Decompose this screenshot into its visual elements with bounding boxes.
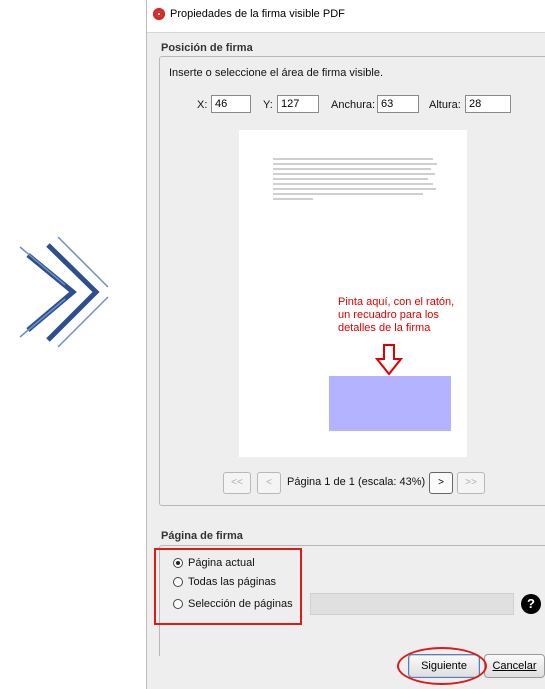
- double-chevron-graphic: [19, 236, 109, 348]
- x-field[interactable]: [211, 95, 251, 113]
- highlight-rectangle: [154, 548, 302, 625]
- signature-area[interactable]: [329, 376, 451, 431]
- help-icon[interactable]: ?: [521, 594, 541, 614]
- highlight-oval: [397, 647, 487, 685]
- page-range-field[interactable]: [310, 593, 514, 615]
- window-title: Propiedades de la firma visible PDF: [170, 8, 345, 20]
- last-page-button[interactable]: >>: [457, 472, 485, 494]
- width-field[interactable]: [377, 95, 419, 113]
- width-label: Anchura:: [331, 99, 376, 111]
- height-field[interactable]: [465, 95, 511, 113]
- y-label: Y:: [263, 99, 273, 111]
- position-section-label: Posición de firma: [161, 42, 253, 54]
- arrow-down-icon: [375, 344, 403, 376]
- prev-page-button[interactable]: <: [257, 472, 281, 494]
- first-page-button[interactable]: <<: [223, 472, 251, 494]
- cancel-button[interactable]: Cancelar: [484, 654, 545, 678]
- instruction-text: Inserte o seleccione el área de firma vi…: [169, 67, 383, 79]
- height-label: Altura:: [429, 99, 461, 111]
- draw-hint-annotation: Pinta aquí, con el ratón, un recuadro pa…: [338, 296, 455, 334]
- preview-text-block: [273, 158, 441, 203]
- y-field[interactable]: [277, 95, 319, 113]
- app-logo-icon: [153, 8, 165, 20]
- page-section-label: Página de firma: [161, 530, 243, 542]
- page-indicator: Página 1 de 1 (escala: 43%): [287, 476, 426, 488]
- next-page-button[interactable]: >: [429, 472, 453, 494]
- x-label: X:: [197, 99, 208, 111]
- title-bar: Propiedades de la firma visible PDF: [147, 0, 545, 33]
